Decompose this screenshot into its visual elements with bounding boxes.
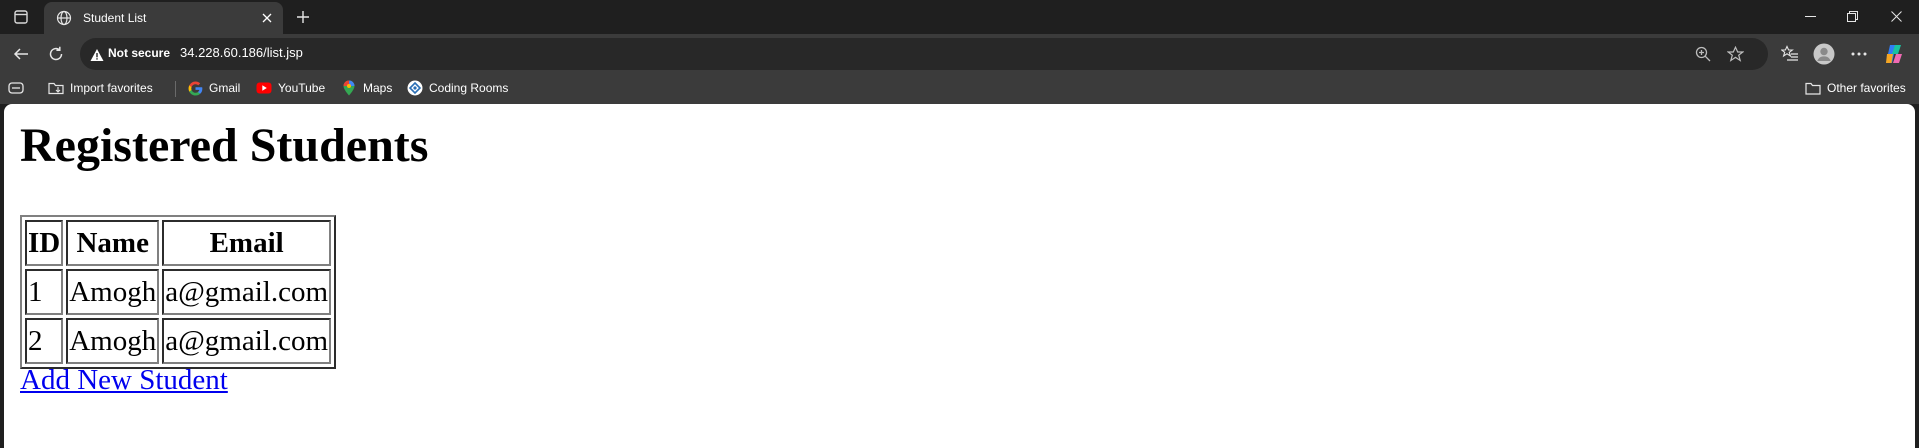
students-table: ID Name Email 1 Amogh a@gmail.com 2 Amog… <box>20 215 337 369</box>
cell-id: 1 <box>25 269 64 315</box>
tab-title: Student List <box>83 11 147 25</box>
bookmark-other-favorites[interactable]: Other favorites <box>1805 74 1906 102</box>
bookmark-gmail[interactable]: Gmail <box>187 74 240 102</box>
table-row: 1 Amogh a@gmail.com <box>25 269 332 315</box>
page-viewport: Registered Students ID Name Email 1 Amog… <box>4 104 1915 448</box>
table-header-row: ID Name Email <box>25 220 332 266</box>
bookmarks-menu-icon <box>8 80 24 96</box>
maps-icon <box>341 80 357 96</box>
table-row: 2 Amogh a@gmail.com <box>25 318 332 364</box>
bookmark-youtube[interactable]: YouTube <box>256 74 325 102</box>
restore-icon[interactable] <box>1829 0 1875 32</box>
more-options-icon[interactable] <box>1846 41 1872 67</box>
zoom-icon[interactable] <box>1694 45 1712 63</box>
security-label[interactable]: Not secure <box>108 46 170 60</box>
copilot-icon[interactable] <box>1881 41 1907 67</box>
cell-email: a@gmail.com <box>162 269 332 315</box>
url-text[interactable]: 34.228.60.186/list.jsp <box>180 45 303 60</box>
address-bar[interactable]: Not secure 34.228.60.186/list.jsp <box>80 38 1768 70</box>
column-header-id: ID <box>25 220 64 266</box>
bookmark-label: Coding Rooms <box>429 81 509 95</box>
column-header-email: Email <box>162 220 332 266</box>
cell-name: Amogh <box>66 318 160 364</box>
bookmark-label: Gmail <box>209 81 241 95</box>
window-close-icon[interactable] <box>1873 0 1919 32</box>
bookmark-label: Other favorites <box>1827 81 1906 95</box>
import-icon <box>48 80 64 96</box>
close-tab-icon[interactable] <box>259 10 275 26</box>
bookmark-label: Maps <box>363 81 393 95</box>
cell-id: 2 <box>25 318 64 364</box>
favorite-star-icon[interactable] <box>1726 45 1744 63</box>
bookmark-maps[interactable]: Maps <box>341 74 392 102</box>
bookmark-label: Import favorites <box>70 81 153 95</box>
reload-icon[interactable] <box>43 41 69 67</box>
google-icon <box>187 80 203 96</box>
page-title: Registered Students <box>20 119 429 172</box>
tab-actions-icon[interactable] <box>10 6 32 28</box>
browser-tab[interactable]: Student List <box>44 2 283 34</box>
globe-icon <box>56 10 72 26</box>
back-arrow-icon[interactable] <box>8 41 34 67</box>
bookmark-label: YouTube <box>278 81 326 95</box>
profile-avatar-icon[interactable] <box>1811 41 1837 67</box>
youtube-icon <box>256 80 272 96</box>
add-new-student-link[interactable]: Add New Student <box>20 364 228 397</box>
folder-icon <box>1805 80 1821 96</box>
new-tab-icon[interactable] <box>291 5 315 29</box>
bookmarks-bar: Import favorites Gmail YouTube Maps Codi… <box>0 74 1919 104</box>
cell-email: a@gmail.com <box>162 318 332 364</box>
bookmarks-divider <box>175 81 176 97</box>
favorites-icon[interactable] <box>1777 41 1803 67</box>
minimize-icon[interactable] <box>1787 0 1833 32</box>
warning-icon[interactable] <box>90 47 104 61</box>
cell-name: Amogh <box>66 269 160 315</box>
column-header-name: Name <box>66 220 160 266</box>
coding-rooms-icon <box>407 80 423 96</box>
bookmarks-menu-button[interactable] <box>8 74 24 102</box>
bookmark-import-favorites[interactable]: Import favorites <box>48 74 153 102</box>
bookmark-coding-rooms[interactable]: Coding Rooms <box>407 74 508 102</box>
tab-bar: Student List <box>0 0 1919 34</box>
browser-toolbar: Not secure 34.228.60.186/list.jsp <box>0 34 1919 74</box>
